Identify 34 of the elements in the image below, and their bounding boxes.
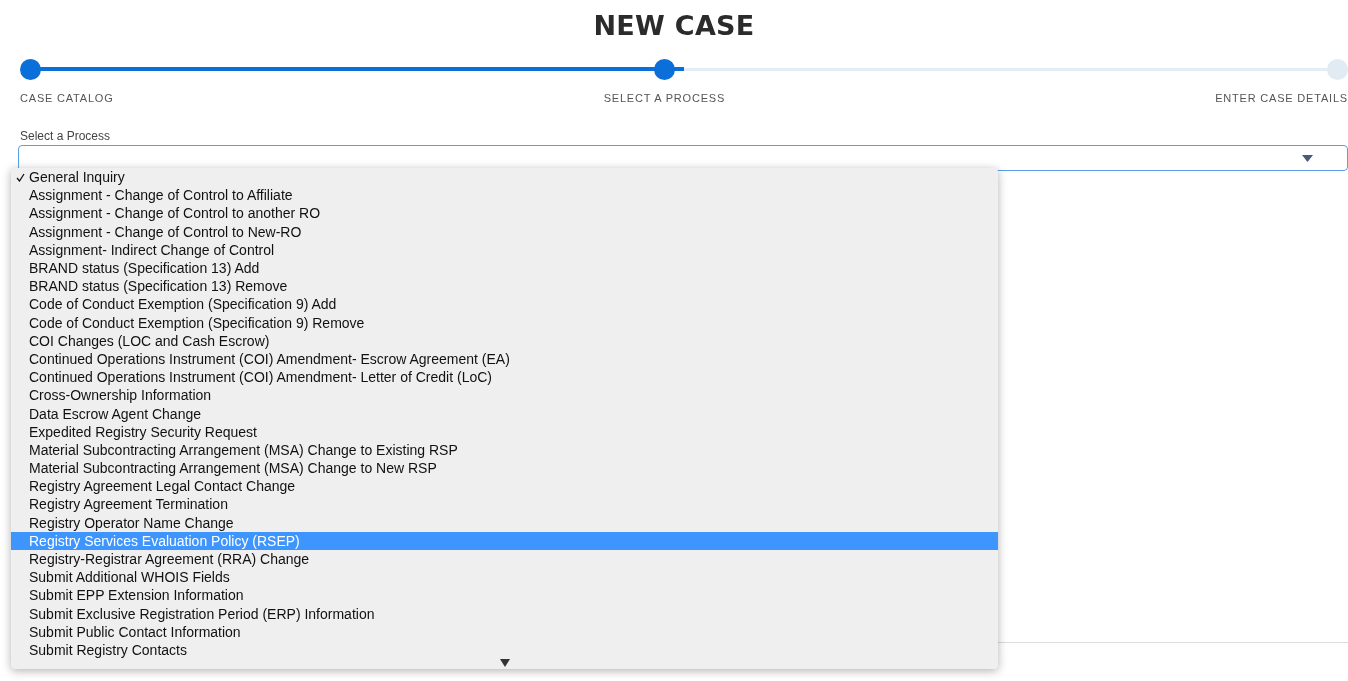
menu-option[interactable]: Continued Operations Instrument (COI) Amendment- Escrow Agreement (EA) <box>11 349 998 369</box>
step-label: SELECT A PROCESS <box>603 92 726 104</box>
menu-option[interactable]: BRAND status (Specification 13) Add <box>11 258 998 278</box>
menu-option[interactable]: Registry Agreement Termination <box>11 495 998 514</box>
menu-option[interactable]: Material Subcontracting Arrangement (MSA) Change to Existing RSP <box>11 440 998 459</box>
menu-option[interactable]: Assignment - Change of Control to another RO <box>11 204 998 223</box>
menu-option[interactable]: Assignment - Change of Control to New-RO <box>11 222 998 241</box>
menu-option[interactable]: Submit Public Contact Information <box>11 622 998 641</box>
menu-option[interactable]: Material Subcontracting Arrangement (MSA) Change to New RSP <box>11 459 998 478</box>
menu-option[interactable]: Data Escrow Agent Change <box>11 404 998 423</box>
menu-option[interactable]: Expedited Registry Security Request <box>11 422 998 441</box>
menu-option[interactable]: Code of Conduct Exemption (Specification 9) Add <box>11 295 998 314</box>
caret-icon <box>1302 154 1313 162</box>
menu-option[interactable]: BRAND status (Specification 13) Remove <box>11 277 998 296</box>
menu-option[interactable]: Submit Registry Contacts <box>11 640 998 660</box>
step-label: CASE CATALOG <box>20 92 114 104</box>
page-title: NEW CASE <box>592 10 756 41</box>
menu-option[interactable]: Submit Exclusive Registration Period (ERP) Information <box>11 604 998 623</box>
menu-option[interactable]: Assignment- Indirect Change of Control <box>11 240 998 259</box>
menu-option[interactable]: Cross-Ownership Information <box>11 386 998 405</box>
menu-option[interactable]: Code of Conduct Exemption (Specification 9) Remove <box>11 313 998 332</box>
menu-option[interactable]: Assignment - Change of Control to Affiliate <box>11 186 998 205</box>
checkmark-icon <box>16 173 25 182</box>
field-label: Select a Process <box>20 129 112 143</box>
step-label: ENTER CASE DETAILS <box>1215 92 1348 104</box>
menu-option[interactable]: Continued Operations Instrument (COI) Amendment- Letter of Credit (LoC) <box>11 368 998 387</box>
menu-option[interactable]: Registry Operator Name Change <box>11 513 998 532</box>
menu-option[interactable]: Registry-Registrar Agreement (RRA) Change <box>11 549 998 569</box>
scroll-down-icon[interactable] <box>499 659 510 668</box>
menu-option[interactable]: Registry Agreement Legal Contact Change <box>11 477 998 496</box>
menu-option[interactable]: General Inquiry <box>11 168 998 187</box>
menu-option[interactable]: COI Changes (LOC and Cash Escrow) <box>11 331 998 350</box>
menu-option[interactable]: Submit EPP Extension Information <box>11 586 998 605</box>
menu-option[interactable]: Submit Additional WHOIS Fields <box>11 568 998 587</box>
